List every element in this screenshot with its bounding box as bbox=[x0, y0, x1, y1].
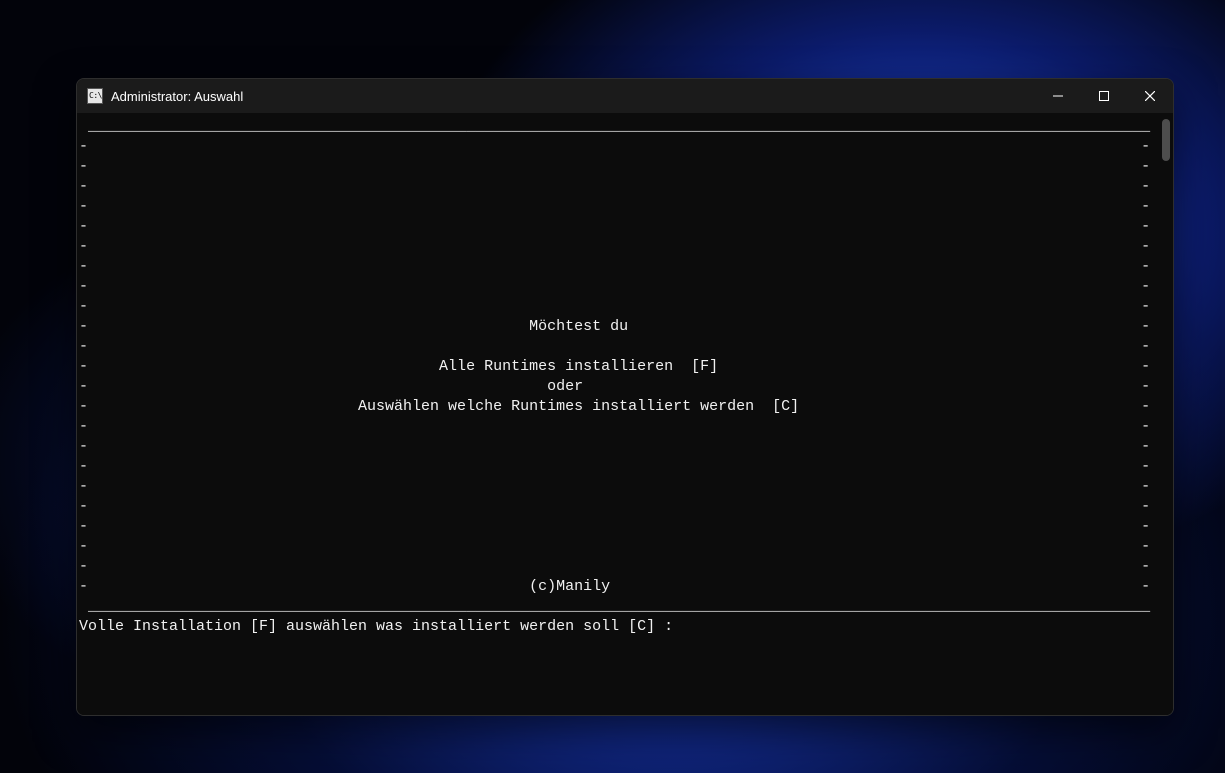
command-prompt-window: C:\ Administrator: Auswahl bbox=[76, 78, 1174, 716]
close-button[interactable] bbox=[1127, 79, 1173, 113]
vertical-scrollbar[interactable] bbox=[1159, 113, 1173, 715]
window-title: Administrator: Auswahl bbox=[111, 89, 243, 104]
terminal-client-area[interactable]: ________________________________________… bbox=[77, 113, 1173, 715]
cmd-icon: C:\ bbox=[87, 88, 103, 104]
window-titlebar[interactable]: C:\ Administrator: Auswahl bbox=[77, 79, 1173, 113]
terminal-output: ________________________________________… bbox=[77, 113, 1159, 715]
minimize-button[interactable] bbox=[1035, 79, 1081, 113]
desktop-wallpaper: C:\ Administrator: Auswahl bbox=[0, 0, 1225, 773]
maximize-icon bbox=[1099, 91, 1109, 101]
maximize-button[interactable] bbox=[1081, 79, 1127, 113]
scrollbar-thumb[interactable] bbox=[1162, 119, 1170, 161]
close-icon bbox=[1145, 91, 1155, 101]
minimize-icon bbox=[1053, 91, 1063, 101]
